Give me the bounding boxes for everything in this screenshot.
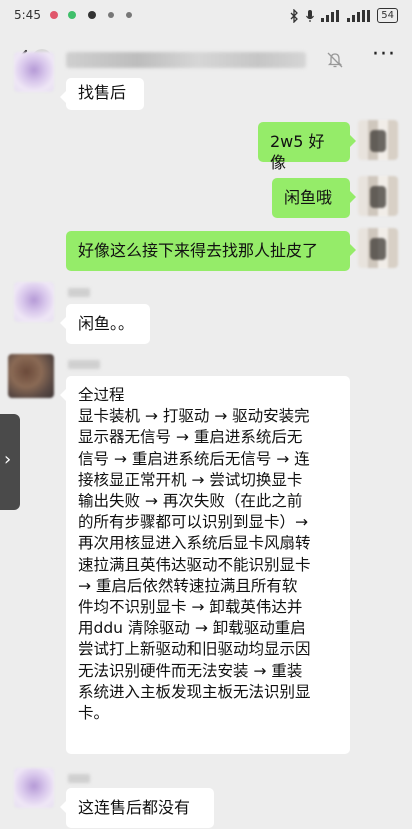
avatar[interactable] bbox=[358, 228, 398, 268]
mute-icon bbox=[327, 52, 343, 68]
message-bubble[interactable]: 2w5 好像 bbox=[258, 122, 356, 172]
message-bubble[interactable]: 这连售后都没有 bbox=[60, 788, 214, 828]
avatar[interactable] bbox=[14, 282, 54, 322]
status-icons: 54 bbox=[289, 8, 398, 23]
chat-title-blurred bbox=[66, 52, 306, 68]
message-bubble[interactable]: 好像这么接下来得去找那人扯皮了 bbox=[66, 231, 356, 271]
status-time: 5:45 bbox=[14, 8, 41, 22]
app-notification-icon bbox=[88, 11, 96, 19]
floating-side-tab[interactable]: › bbox=[0, 414, 20, 510]
message-bubble[interactable]: 闲鱼。。 bbox=[60, 304, 150, 344]
app-notification-icon bbox=[126, 12, 132, 18]
status-bar: 5:45 54 bbox=[0, 0, 412, 34]
avatar[interactable] bbox=[358, 176, 398, 216]
message-text: 闲鱼哦 bbox=[284, 188, 333, 207]
sender-name-blurred bbox=[68, 774, 90, 783]
message-text: 找售后 bbox=[78, 83, 127, 102]
chevron-right-icon: › bbox=[4, 449, 12, 470]
wechat-notification-icon bbox=[68, 11, 76, 19]
avatar[interactable] bbox=[14, 52, 54, 92]
message-text: 2w5 好像 bbox=[270, 132, 325, 172]
bluetooth-icon bbox=[290, 8, 299, 23]
chat-header: 13 ··· bbox=[0, 34, 412, 84]
message-text: 全过程 显卡装机 → 打驱动 → 驱动安装完 显示器无信号 → 重启进系统后无 … bbox=[78, 386, 311, 723]
chat-area[interactable]: 找售后 2w5 好像 闲鱼哦 好像这么接下来得去找那人扯皮了 闲鱼。。 全过程 … bbox=[0, 52, 412, 829]
avatar[interactable] bbox=[14, 768, 54, 808]
sender-name-blurred bbox=[68, 360, 100, 369]
notification-icon bbox=[50, 11, 58, 19]
message-bubble[interactable]: 找售后 bbox=[60, 78, 144, 110]
avatar[interactable] bbox=[8, 354, 54, 398]
mic-icon bbox=[306, 9, 315, 22]
message-bubble[interactable]: 全过程 显卡装机 → 打驱动 → 驱动安装完 显示器无信号 → 重启进系统后无 … bbox=[60, 376, 350, 754]
app-notification-icon bbox=[108, 12, 114, 18]
battery-icon: 54 bbox=[377, 8, 398, 23]
sender-name-blurred bbox=[68, 288, 90, 297]
signal-icon bbox=[347, 9, 371, 22]
avatar[interactable] bbox=[358, 120, 398, 160]
signal-icon bbox=[321, 9, 340, 22]
more-icon[interactable]: ··· bbox=[372, 44, 398, 68]
message-text: 闲鱼。。 bbox=[78, 314, 135, 333]
message-text: 这连售后都没有 bbox=[78, 798, 191, 817]
message-text: 好像这么接下来得去找那人扯皮了 bbox=[78, 241, 319, 260]
message-bubble[interactable]: 闲鱼哦 bbox=[272, 178, 356, 218]
